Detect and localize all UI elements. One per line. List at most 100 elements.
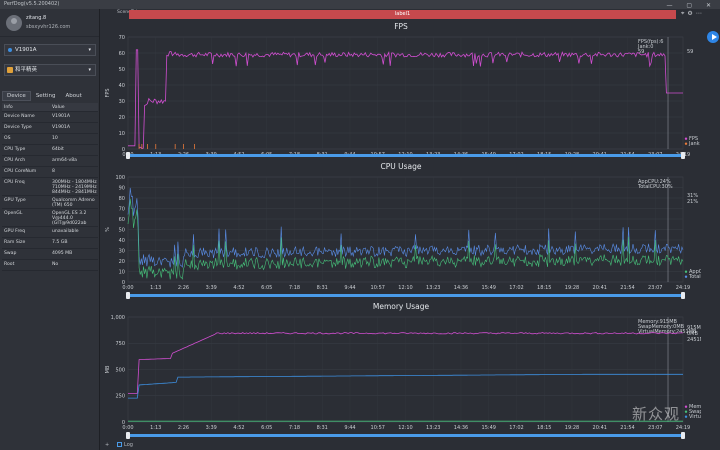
legend-marker	[684, 405, 688, 408]
x-tick-label: 1:13	[150, 285, 161, 291]
cpu-time-slider[interactable]	[126, 292, 685, 299]
device-select-label: V1901A	[15, 47, 37, 53]
y-tick-label: 50	[119, 67, 125, 73]
scene-tab-label1[interactable]: label1	[129, 10, 676, 19]
user-name: zitang.8	[26, 15, 47, 21]
legend-marker	[684, 410, 688, 413]
info-key: OpenGL	[4, 211, 23, 216]
x-tick-label: 17:02	[509, 425, 523, 431]
x-tick-label: 20:41	[593, 425, 607, 431]
app-icon	[7, 67, 13, 73]
scene-tab-row: SceneTab label1 ⌖⚙⋯	[101, 9, 720, 21]
info-value: OpenGL ES 3.2 V@444.0 (GIT@9d022ab	[52, 211, 87, 226]
info-key: GPU Freq	[4, 229, 25, 234]
x-tick-label: 23:07	[648, 425, 662, 431]
x-tick-label: 13:23	[426, 285, 440, 291]
legend-marker	[684, 275, 688, 278]
table-row: CPU Arch arm64-v8a	[2, 156, 98, 167]
table-row: Swap 4095 MB	[2, 249, 98, 260]
y-axis-label: %	[105, 227, 111, 232]
x-tick-label: 3:39	[206, 285, 217, 291]
x-tick-label: 3:39	[206, 425, 217, 431]
x-tick-label: 18:15	[537, 285, 551, 291]
memory-chart: 02505007501,000MB0:00 1:13 2:26 3:39 4:52 6:0…	[105, 315, 701, 431]
y-tick-label: 500	[115, 367, 125, 373]
y-tick-label: 70	[119, 35, 125, 41]
x-tick-label: 9:44	[344, 285, 355, 291]
user-header: zitang.8 sbsxyvhr126.com	[0, 9, 99, 37]
tab-about[interactable]: About	[61, 91, 87, 101]
y-tick-label: 1,000	[111, 315, 125, 321]
info-key: Device Name	[4, 114, 35, 119]
info-key: CPU Type	[4, 147, 26, 152]
info-value: Qualcomm Adreno (TM) 650	[52, 198, 95, 208]
cpu-chart: 0102030405060708090100%0:00 1:13 2:26 3:39 4…	[105, 175, 701, 291]
x-tick-label: 23:07	[648, 285, 662, 291]
table-row: GPU Type Qualcomm Adreno (TM) 650	[2, 196, 98, 209]
legend-marker	[684, 415, 688, 418]
x-tick-label: 14:36	[454, 425, 468, 431]
info-value: 7.5 GB	[52, 240, 68, 245]
y-tick-label: 20	[119, 115, 125, 121]
tab-device[interactable]: Device	[2, 91, 31, 101]
table-row: OS 10	[2, 134, 98, 145]
play-button[interactable]	[707, 31, 719, 43]
y-axis-label: MB	[105, 365, 111, 373]
x-tick-label: 12:10	[398, 285, 412, 291]
title-bar: PerfDog(v5.5.200402) — ▢ ✕	[0, 0, 720, 9]
device-select[interactable]: V1901A ▾	[4, 44, 96, 56]
x-tick-label: 6:05	[261, 285, 272, 291]
x-tick-label: 6:05	[261, 425, 272, 431]
avatar[interactable]	[6, 15, 22, 31]
device-info-table: Info Value Device Name V1901A Device Type V…	[2, 103, 98, 271]
y-tick-label: 80	[119, 196, 125, 202]
watermark-logo: 新众观	[632, 405, 681, 423]
table-row: Device Type V1901A	[2, 123, 98, 134]
log-checkbox[interactable]	[117, 442, 122, 447]
ellipsis-icon[interactable]: ⋯	[696, 10, 705, 17]
info-value: V1901A	[52, 114, 70, 119]
gear-icon[interactable]: ⚙	[687, 10, 695, 17]
legend-marker	[684, 142, 688, 145]
x-tick-label: 8:31	[317, 285, 328, 291]
info-key: CPU CoreNum	[4, 169, 37, 174]
fps-time-slider[interactable]	[126, 152, 685, 159]
legend-label: TotalCPU	[688, 274, 701, 280]
memory-time-slider[interactable]	[126, 432, 685, 439]
x-tick-label: 7:18	[289, 285, 300, 291]
log-toggle[interactable]: Log	[117, 442, 133, 448]
table-row: Root No	[2, 260, 98, 271]
x-tick-label: 10:57	[371, 425, 385, 431]
y-tick-label: 40	[119, 238, 125, 244]
y-tick-label: 50	[119, 227, 125, 233]
bottom-bar: + Log	[101, 441, 720, 450]
add-icon[interactable]: +	[105, 442, 109, 448]
x-tick-label: 21:54	[620, 425, 634, 431]
x-tick-label: 4:52	[233, 425, 244, 431]
user-email: sbsxyvhr126.com	[26, 24, 71, 30]
info-key: CPU Arch	[4, 158, 26, 163]
app-select[interactable]: 和平精英 ▾	[4, 64, 96, 76]
legend-label: Jank	[688, 141, 700, 147]
info-key: CPU Freq	[4, 180, 25, 185]
info-key: Ram Size	[4, 240, 26, 245]
main-area: SceneTab label1 ⌖⚙⋯ FPS 0 10 20 30 40 50 60 70 F…	[101, 9, 720, 450]
info-value: 8	[52, 169, 55, 174]
table-row: CPU Freq 300MHz - 1804MHz 710MHz - 2419MH…	[2, 178, 98, 196]
chevron-down-icon: ▾	[88, 47, 91, 53]
y-axis-label: FPS	[105, 88, 111, 97]
table-row: CPU Type 64bit	[2, 145, 98, 156]
table-header: Info Value	[2, 103, 98, 112]
y-tick-label: 750	[115, 341, 125, 347]
y-tick-label: 30	[119, 99, 125, 105]
tab-setting[interactable]: Setting	[31, 91, 61, 101]
y-tick-label: 20	[119, 259, 125, 265]
x-tick-label: 0:00	[122, 285, 133, 291]
table-row: Ram Size 7.5 GB	[2, 238, 98, 249]
info-key: Root	[4, 262, 15, 267]
x-tick-label: 2:26	[178, 285, 189, 291]
app-title: PerfDog(v5.5.200402)	[4, 1, 60, 7]
x-tick-label: 24:19	[676, 425, 690, 431]
table-row: GPU Freq unavailable	[2, 227, 98, 238]
info-value: 64bit	[52, 147, 64, 152]
